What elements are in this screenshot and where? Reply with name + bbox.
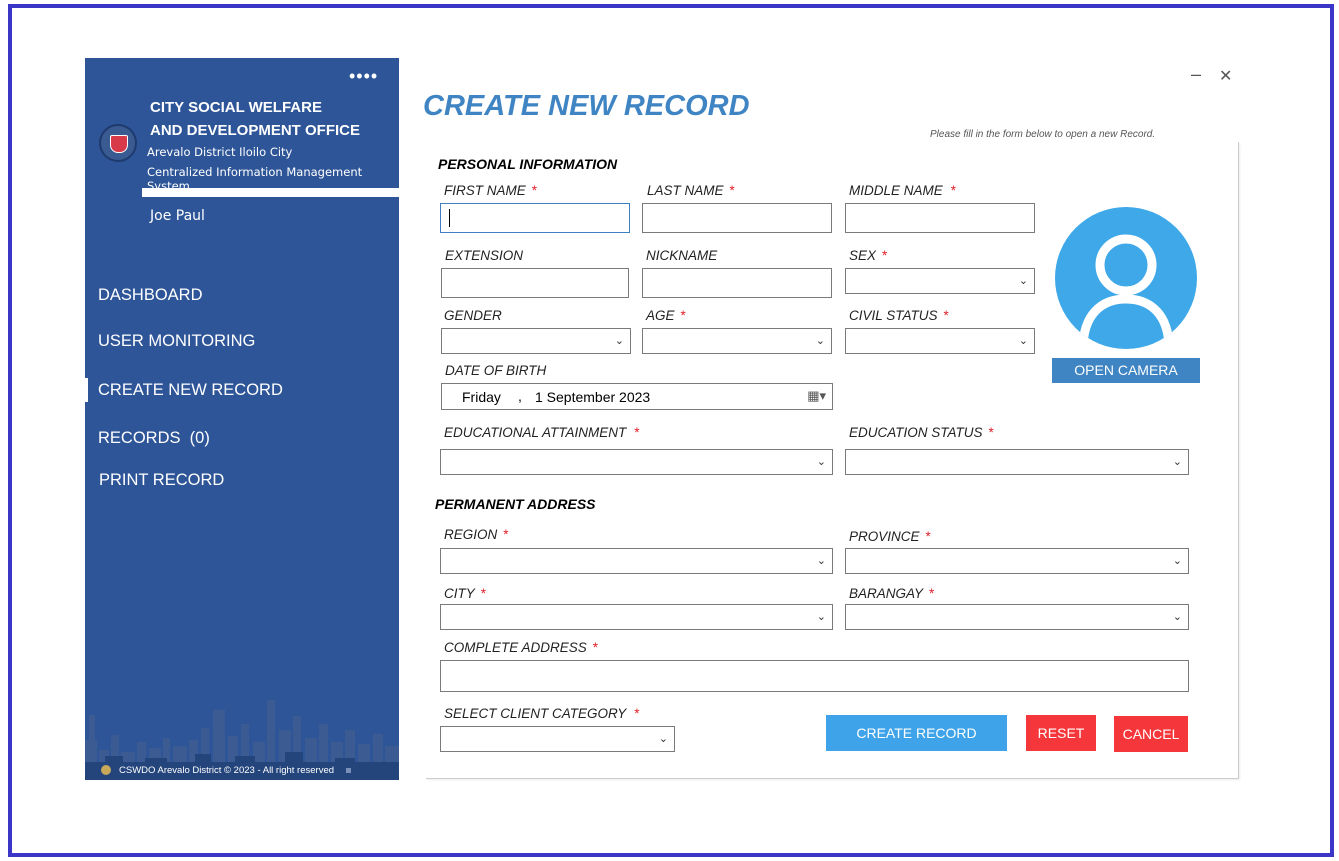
education-status-select[interactable]: ⌄ bbox=[845, 449, 1189, 475]
open-camera-button[interactable]: OPEN CAMERA bbox=[1052, 358, 1200, 383]
minimize-icon[interactable]: – bbox=[1191, 64, 1201, 85]
last-name-field[interactable] bbox=[642, 203, 832, 233]
close-icon[interactable]: ✕ bbox=[1219, 66, 1232, 86]
district-label: Arevalo District Iloilo City bbox=[147, 145, 293, 159]
nav-print-record[interactable]: PRINT RECORD bbox=[99, 471, 224, 490]
age-label: AGE * bbox=[646, 308, 686, 323]
chevron-down-icon: ⌄ bbox=[1172, 555, 1182, 567]
reset-button[interactable]: RESET bbox=[1026, 715, 1096, 751]
nickname-field[interactable] bbox=[642, 268, 832, 298]
chevron-down-icon: ⌄ bbox=[1172, 611, 1182, 623]
nav-active-indicator bbox=[85, 378, 88, 402]
province-select[interactable]: ⌄ bbox=[845, 548, 1189, 574]
user-silhouette-icon bbox=[1078, 234, 1174, 349]
age-select[interactable]: ⌄ bbox=[642, 328, 832, 354]
barangay-select[interactable]: ⌄ bbox=[845, 604, 1189, 630]
province-label: PROVINCE * bbox=[849, 529, 931, 544]
civil-status-label: CIVIL STATUS * bbox=[849, 308, 949, 323]
sidebar-footer: CSWDO Arevalo District © 2023 - All righ… bbox=[101, 765, 352, 776]
extension-label: EXTENSION bbox=[445, 248, 524, 263]
chevron-down-icon: ⌄ bbox=[816, 611, 826, 623]
region-select[interactable]: ⌄ bbox=[440, 548, 833, 574]
last-name-label: LAST NAME * bbox=[647, 183, 735, 198]
org-name-line2: AND DEVELOPMENT OFFICE bbox=[150, 122, 361, 139]
middle-name-label: MIDDLE NAME * bbox=[849, 183, 957, 198]
text-caret bbox=[449, 209, 450, 227]
gender-label: GENDER bbox=[444, 308, 502, 323]
dob-separator: , bbox=[518, 388, 522, 404]
form-hint: Please fill in the form below to open a … bbox=[930, 129, 1156, 140]
sidebar: •••• CITY SOCIAL WELFARE AND DEVELOPMENT… bbox=[85, 58, 399, 780]
sex-select[interactable]: ⌄ bbox=[845, 268, 1035, 294]
chevron-down-icon: ⌄ bbox=[1172, 456, 1182, 468]
complete-address-field[interactable] bbox=[440, 660, 1189, 692]
chevron-down-icon: ⌄ bbox=[658, 733, 668, 745]
region-label: REGION * bbox=[444, 527, 509, 542]
chevron-down-icon: ⌄ bbox=[816, 555, 826, 567]
nav-records[interactable]: RECORDS (0) bbox=[98, 429, 210, 448]
gender-select[interactable]: ⌄ bbox=[441, 328, 631, 354]
complete-address-label: COMPLETE ADDRESS * bbox=[444, 640, 599, 655]
section-permanent-address: PERMANENT ADDRESS bbox=[435, 496, 596, 512]
chevron-down-icon: ⌄ bbox=[816, 456, 826, 468]
user-photo-placeholder bbox=[1055, 207, 1197, 349]
menu-dots-icon[interactable]: •••• bbox=[349, 67, 378, 85]
city-label: CITY * bbox=[444, 586, 487, 601]
barangay-label: BARANGAY * bbox=[849, 586, 935, 601]
footer-text: CSWDO Arevalo District © 2023 - All righ… bbox=[119, 765, 335, 776]
date-of-birth-label: DATE OF BIRTH bbox=[445, 363, 547, 378]
chevron-down-icon: ⌄ bbox=[815, 335, 825, 347]
office-logo bbox=[99, 124, 137, 162]
footer-square-icon bbox=[346, 767, 352, 773]
extension-field[interactable] bbox=[441, 268, 629, 298]
date-of-birth-picker[interactable]: Friday , 1 September 2023 ▦▾ bbox=[441, 383, 833, 410]
dob-date: 1 September 2023 bbox=[535, 389, 651, 405]
city-select[interactable]: ⌄ bbox=[440, 604, 833, 630]
nav-user-monitoring[interactable]: USER MONITORING bbox=[98, 332, 255, 351]
nav-create-new-record[interactable]: CREATE NEW RECORD bbox=[98, 381, 283, 400]
seal-icon bbox=[101, 765, 111, 776]
chevron-down-icon: ⌄ bbox=[1018, 335, 1028, 347]
nickname-label: NICKNAME bbox=[646, 248, 718, 263]
nav-dashboard[interactable]: DASHBOARD bbox=[98, 286, 203, 305]
educational-attainment-select[interactable]: ⌄ bbox=[440, 449, 833, 475]
client-category-label: SELECT CLIENT CATEGORY * bbox=[444, 706, 640, 721]
cancel-button[interactable]: CANCEL bbox=[1114, 716, 1188, 752]
education-status-label: EDUCATION STATUS * bbox=[849, 425, 994, 440]
dob-day: Friday bbox=[462, 389, 501, 405]
sidebar-divider bbox=[142, 188, 399, 197]
page-title: CREATE NEW RECORD bbox=[423, 90, 750, 122]
calendar-icon[interactable]: ▦▾ bbox=[807, 388, 826, 404]
section-personal-information: PERSONAL INFORMATION bbox=[438, 156, 618, 172]
educational-attainment-label: EDUCATIONAL ATTAINMENT * bbox=[444, 425, 640, 440]
client-category-select[interactable]: ⌄ bbox=[440, 726, 675, 752]
first-name-label: FIRST NAME * bbox=[444, 183, 538, 198]
chevron-down-icon: ⌄ bbox=[1018, 275, 1028, 287]
sex-label: SEX * bbox=[849, 248, 888, 263]
civil-status-select[interactable]: ⌄ bbox=[845, 328, 1035, 354]
create-record-button[interactable]: CREATE RECORD bbox=[826, 715, 1007, 751]
org-name-line1: CITY SOCIAL WELFARE bbox=[150, 99, 322, 116]
middle-name-field[interactable] bbox=[845, 203, 1035, 233]
chevron-down-icon: ⌄ bbox=[614, 335, 624, 347]
user-name: Joe Paul bbox=[150, 208, 205, 224]
first-name-field[interactable] bbox=[440, 203, 630, 233]
